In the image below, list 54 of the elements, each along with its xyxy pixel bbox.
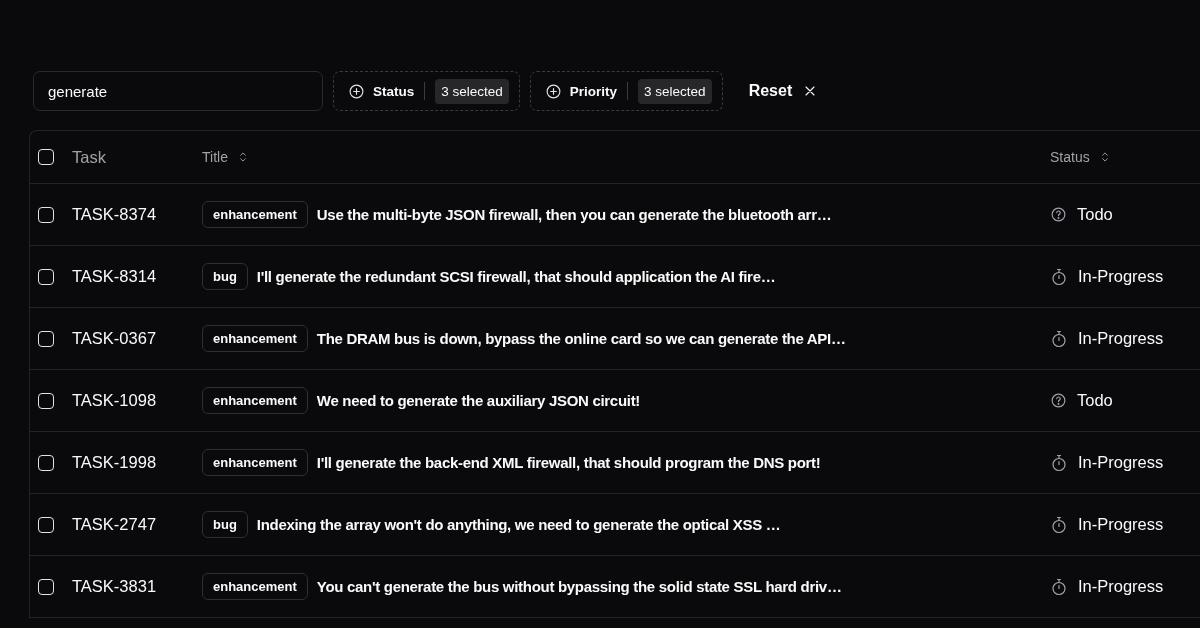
checkbox[interactable] <box>38 149 54 165</box>
count-badge: 3 selected <box>638 78 712 104</box>
task-title: I'll generate the redundant SCSI firewall, that should application the AI fire… <box>256 268 776 285</box>
column-header[interactable]: Status <box>1050 149 1090 165</box>
label-tag: enhancement <box>202 325 308 352</box>
task-id: TASK-8374 <box>72 205 158 224</box>
task-id: TASK-3831 <box>72 577 158 596</box>
label-tag: enhancement <box>202 449 308 476</box>
question-circle-icon <box>1050 392 1067 409</box>
checkbox[interactable] <box>38 330 54 347</box>
status-text: Todo <box>1077 205 1113 224</box>
stopwatch-icon <box>1050 577 1068 596</box>
column-header[interactable]: Title <box>202 149 228 165</box>
count-badge: 3 selected <box>435 78 509 104</box>
plus-circle-icon <box>348 82 365 100</box>
task-id: TASK-8314 <box>72 267 158 286</box>
task-id: TASK-0367 <box>72 329 158 348</box>
filter-button[interactable]: Status 3 selected <box>333 71 520 111</box>
label-tag: bug <box>202 263 248 290</box>
status-text: Todo <box>1077 391 1113 410</box>
label-tag: bug <box>202 511 248 538</box>
column-header: Task <box>72 147 106 167</box>
status-text: In-Progress <box>1078 577 1164 596</box>
search-field[interactable]: generate <box>33 71 323 111</box>
label-tag: enhancement <box>202 201 308 228</box>
task-title: Indexing the array won't do anything, we need to generate the optical XSS … <box>256 516 781 533</box>
status-text: In-Progress <box>1078 267 1164 286</box>
task-id: TASK-1998 <box>72 453 158 472</box>
status-text: In-Progress <box>1078 329 1164 348</box>
label-tag: enhancement <box>202 387 308 414</box>
task-title: We need to generate the auxiliary JSON circuit! <box>316 392 641 409</box>
checkbox[interactable] <box>38 392 54 409</box>
stopwatch-icon <box>1050 267 1068 286</box>
stopwatch-icon <box>1050 515 1068 534</box>
checkbox[interactable] <box>38 268 54 285</box>
label-tag: enhancement <box>202 573 308 600</box>
filter-button[interactable]: Priority 3 selected <box>529 71 723 111</box>
task-title: Use the multi-byte JSON firewall, then you can generate the bluetooth arr… <box>316 206 832 223</box>
question-circle-icon <box>1050 206 1067 223</box>
checkbox[interactable] <box>38 206 54 223</box>
status-text: In-Progress <box>1078 515 1164 534</box>
stopwatch-icon <box>1050 329 1068 348</box>
task-id: TASK-1098 <box>72 391 158 410</box>
status-text: In-Progress <box>1078 453 1164 472</box>
task-title: I'll generate the back-end XML firewall, that should program the DNS port! <box>316 454 821 471</box>
checkbox[interactable] <box>38 516 54 533</box>
reset-button[interactable]: Reset <box>736 71 831 111</box>
task-title: You can't generate the bus without bypassing the solid state SSL hard driv… <box>316 578 842 595</box>
plus-circle-icon <box>544 82 562 100</box>
checkbox[interactable] <box>38 578 54 595</box>
checkbox[interactable] <box>38 454 54 471</box>
task-id: TASK-2747 <box>72 515 158 534</box>
task-title: The DRAM bus is down, bypass the online card so we can generate the API… <box>316 330 846 347</box>
stopwatch-icon <box>1050 453 1068 472</box>
